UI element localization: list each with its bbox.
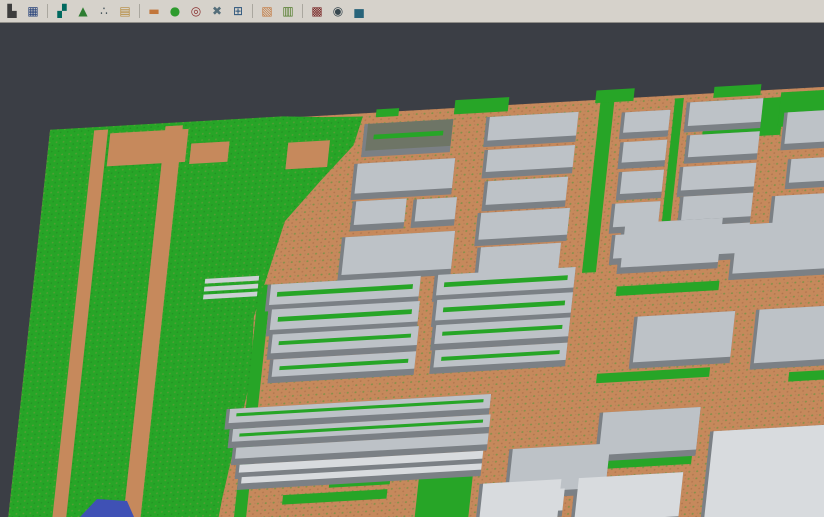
open-file-icon[interactable]: ▙: [2, 2, 22, 21]
histogram-icon[interactable]: ▅: [349, 2, 369, 21]
ground-class-icon[interactable]: ▬: [144, 2, 164, 21]
select-area-icon[interactable]: ▧: [257, 2, 277, 21]
vegetation-class-icon[interactable]: ●: [165, 2, 185, 21]
profile-icon[interactable]: ▞: [52, 2, 72, 21]
palette-icon[interactable]: ▤: [115, 2, 135, 21]
terrain-icon[interactable]: ▲: [73, 2, 93, 21]
points-icon[interactable]: ∴: [94, 2, 114, 21]
globe-icon[interactable]: ◉: [328, 2, 348, 21]
save-icon[interactable]: ▦: [23, 2, 43, 21]
zoom-extents-icon[interactable]: ⊞: [228, 2, 248, 21]
greenhouses: [203, 276, 259, 300]
toolbar-separator: [252, 4, 253, 18]
toolbar-separator: [139, 4, 140, 18]
toolbar-separator: [302, 4, 303, 18]
classify-icon[interactable]: ▩: [307, 2, 327, 21]
point-cloud-viewport[interactable]: [0, 0, 824, 517]
grid-icon[interactable]: ▥: [278, 2, 298, 21]
measure-icon[interactable]: ◎: [186, 2, 206, 21]
terrain-group: [0, 73, 824, 517]
main-toolbar: ▙▦ ▞▲∴▤ ▬●◎✖⊞ ▧▥ ▩◉▅: [0, 0, 824, 23]
toolbar-separator: [47, 4, 48, 18]
settings-icon[interactable]: ✖: [207, 2, 227, 21]
